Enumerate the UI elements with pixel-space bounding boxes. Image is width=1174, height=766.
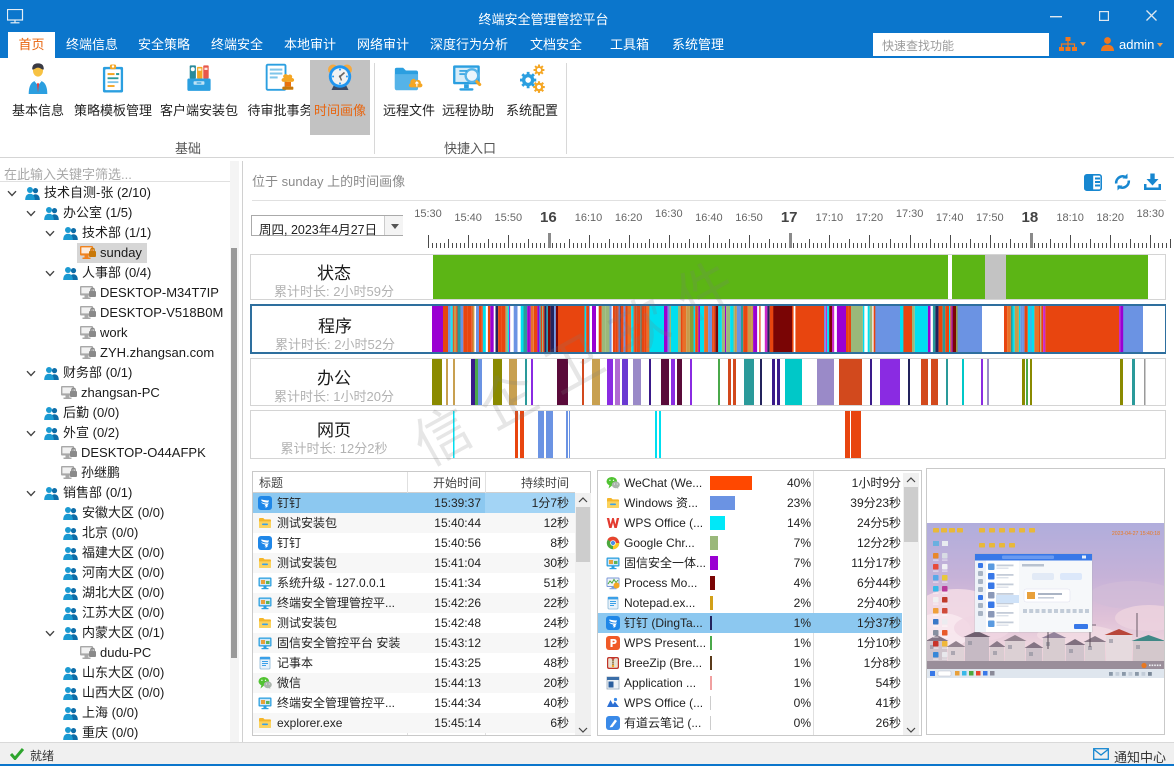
svg-text:2023-04-27 15:40:18: 2023-04-27 15:40:18: [1112, 531, 1160, 537]
